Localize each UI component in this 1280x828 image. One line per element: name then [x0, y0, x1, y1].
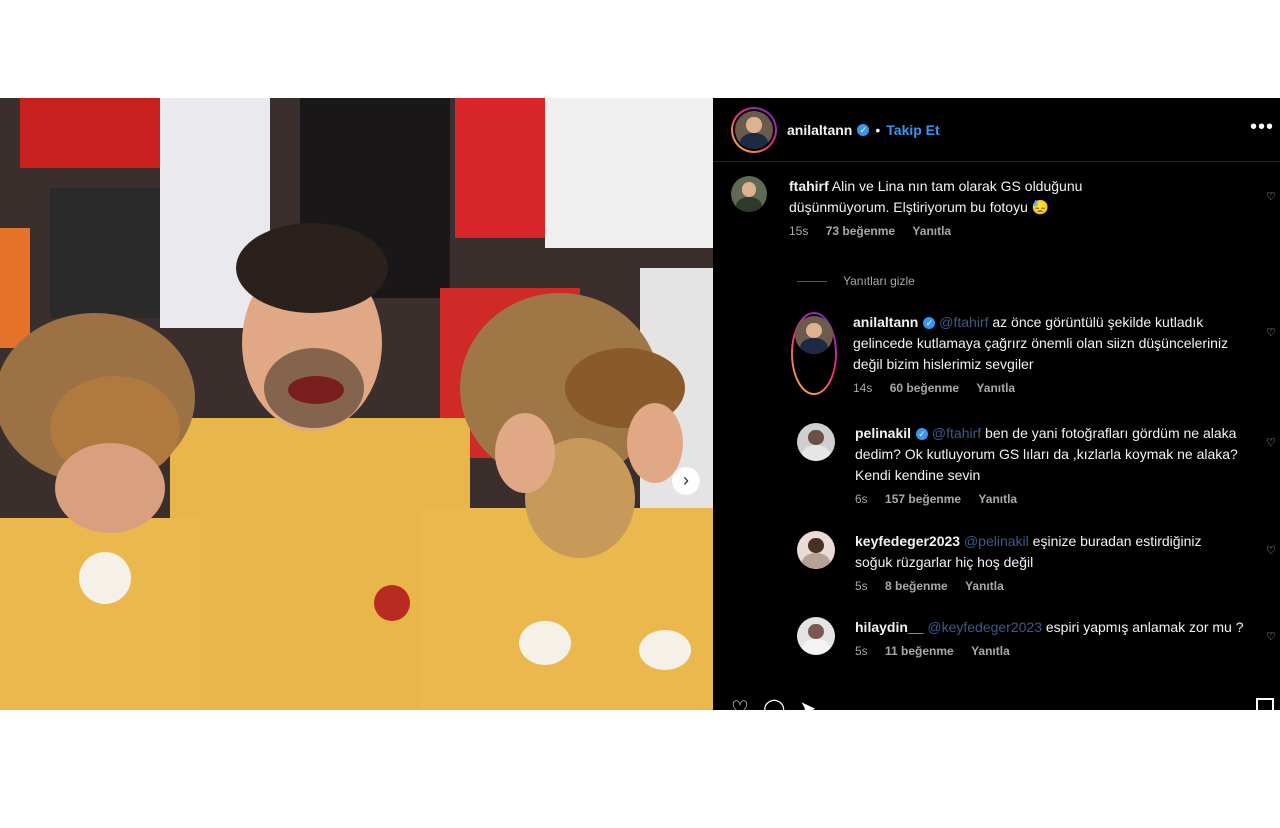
store-photo-illustration: [0, 98, 713, 710]
reply-button[interactable]: Yanıtla: [976, 381, 1015, 395]
comment-likes[interactable]: 8 beğenme: [885, 579, 948, 593]
comment-text: Alin ve Lina nın tam olarak GS olduğunu …: [789, 178, 1083, 215]
avatar: [795, 316, 833, 354]
heart-icon[interactable]: ♡: [731, 696, 749, 721]
heart-icon[interactable]: ♡: [1266, 190, 1276, 203]
comment-reply: pelinakil ✓ @ftahirf ben de yani fotoğraf…: [797, 423, 1255, 506]
author-avatar-ring[interactable]: [731, 106, 777, 153]
post-header: anilaltann ✓ • Takip Et •••: [713, 98, 1280, 162]
heart-icon[interactable]: ♡: [1266, 544, 1276, 557]
avatar-ring[interactable]: [791, 312, 837, 395]
comment-meta: 5s 11 beğenme Yanıtla: [855, 644, 1255, 658]
comment: ftahirf Alin ve Lina nın tam olarak GS o…: [731, 176, 1169, 238]
comment-likes[interactable]: 73 beğenme: [826, 224, 895, 238]
post-actions: ♡ ◯ ➤: [731, 696, 816, 721]
verified-icon: ✓: [916, 428, 929, 441]
comment-meta: 14s 60 beğenme Yanıtla: [853, 381, 1253, 395]
comment-likes[interactable]: 157 beğenme: [885, 492, 961, 506]
reply-button[interactable]: Yanıtla: [912, 224, 951, 238]
comment-icon[interactable]: ◯: [763, 696, 785, 721]
next-photo-button[interactable]: ›: [672, 467, 700, 495]
follow-button[interactable]: Takip Et: [886, 122, 939, 138]
comment-time: 6s: [855, 492, 868, 506]
heart-icon[interactable]: ♡: [1266, 436, 1276, 449]
avatar[interactable]: [731, 176, 767, 212]
verified-icon: ✓: [857, 123, 870, 136]
comment-time: 14s: [853, 381, 873, 395]
avatar[interactable]: [797, 423, 835, 461]
comment-mention[interactable]: @pelinakil: [964, 533, 1029, 549]
share-icon[interactable]: ➤: [799, 696, 816, 721]
comment-mention[interactable]: @ftahirf: [932, 425, 981, 441]
instagram-post: › anilaltann ✓ • Takip Et ••• ftahirf Al…: [0, 98, 1280, 720]
reply-button[interactable]: Yanıtla: [978, 492, 1017, 506]
comment-likes[interactable]: 60 beğenme: [890, 381, 959, 395]
hide-replies[interactable]: Yanıtları gizle: [797, 274, 915, 288]
comment-time: 15s: [789, 224, 809, 238]
comment-reply: hilaydin__ @keyfedeger2023 espiri yapmış…: [797, 617, 1255, 658]
comment-username[interactable]: ftahirf: [789, 178, 829, 194]
heart-icon[interactable]: ♡: [1266, 630, 1276, 643]
heart-icon[interactable]: ♡: [1266, 326, 1276, 339]
avatar[interactable]: [797, 531, 835, 569]
comment-username[interactable]: anilaltann: [853, 314, 918, 330]
comment-username[interactable]: pelinakil: [855, 425, 911, 441]
verified-icon: ✓: [923, 317, 936, 330]
comment-reply: anilaltann ✓ @ftahirf az önce görüntülü ş…: [791, 312, 1253, 395]
comment-mention[interactable]: @ftahirf: [939, 314, 988, 330]
comment-text: ben de yani fotoğrafları gördüm ne alaka…: [855, 425, 1238, 483]
comment-likes[interactable]: 11 beğenme: [885, 644, 954, 658]
comment-meta: 6s 157 beğenme Yanıtla: [855, 492, 1255, 506]
comment-time: 5s: [855, 644, 868, 658]
divider: [797, 280, 827, 282]
reply-button[interactable]: Yanıtla: [971, 644, 1010, 658]
author-username[interactable]: anilaltann: [787, 122, 852, 138]
post-photo: ›: [0, 98, 713, 710]
separator-dot: •: [875, 121, 881, 138]
comment-mention[interactable]: @keyfedeger2023: [927, 619, 1042, 635]
comment-text: espiri yapmış anlamak zor mu ?: [1041, 619, 1244, 635]
hide-replies-label[interactable]: Yanıtları gizle: [843, 274, 915, 288]
comment-username[interactable]: hilaydin__: [855, 619, 923, 635]
comment-meta: 5s 8 beğenme Yanıtla: [855, 579, 1235, 593]
comment-reply: keyfedeger2023 @pelinakil eşinize burada…: [797, 531, 1235, 593]
comment-time: 5s: [855, 579, 868, 593]
avatar[interactable]: [797, 617, 835, 655]
comment-username[interactable]: keyfedeger2023: [855, 533, 960, 549]
more-options-icon[interactable]: •••: [1250, 116, 1274, 139]
avatar: [735, 110, 773, 149]
comments-panel: anilaltann ✓ • Takip Et ••• ftahirf Alin…: [713, 98, 1280, 720]
comment-meta: 15s 73 beğenme Yanıtla: [789, 224, 1169, 238]
reply-button[interactable]: Yanıtla: [965, 579, 1004, 593]
bookmark-icon[interactable]: [1256, 698, 1274, 712]
